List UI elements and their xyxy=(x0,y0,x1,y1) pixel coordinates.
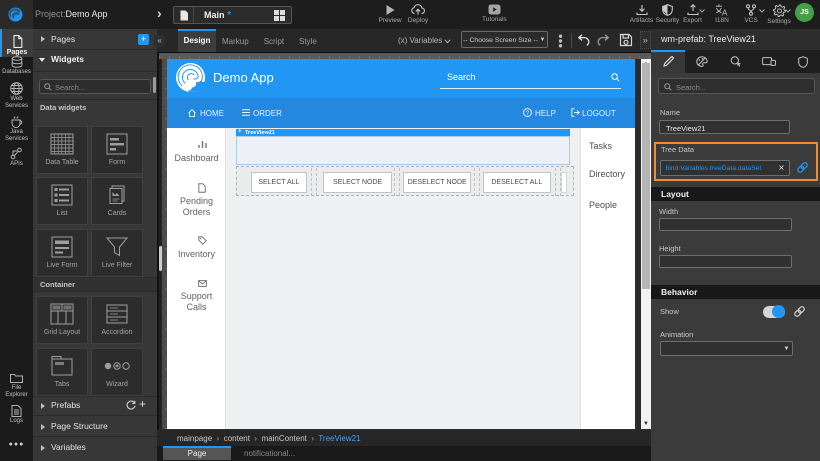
svg-text:A: A xyxy=(722,9,728,17)
